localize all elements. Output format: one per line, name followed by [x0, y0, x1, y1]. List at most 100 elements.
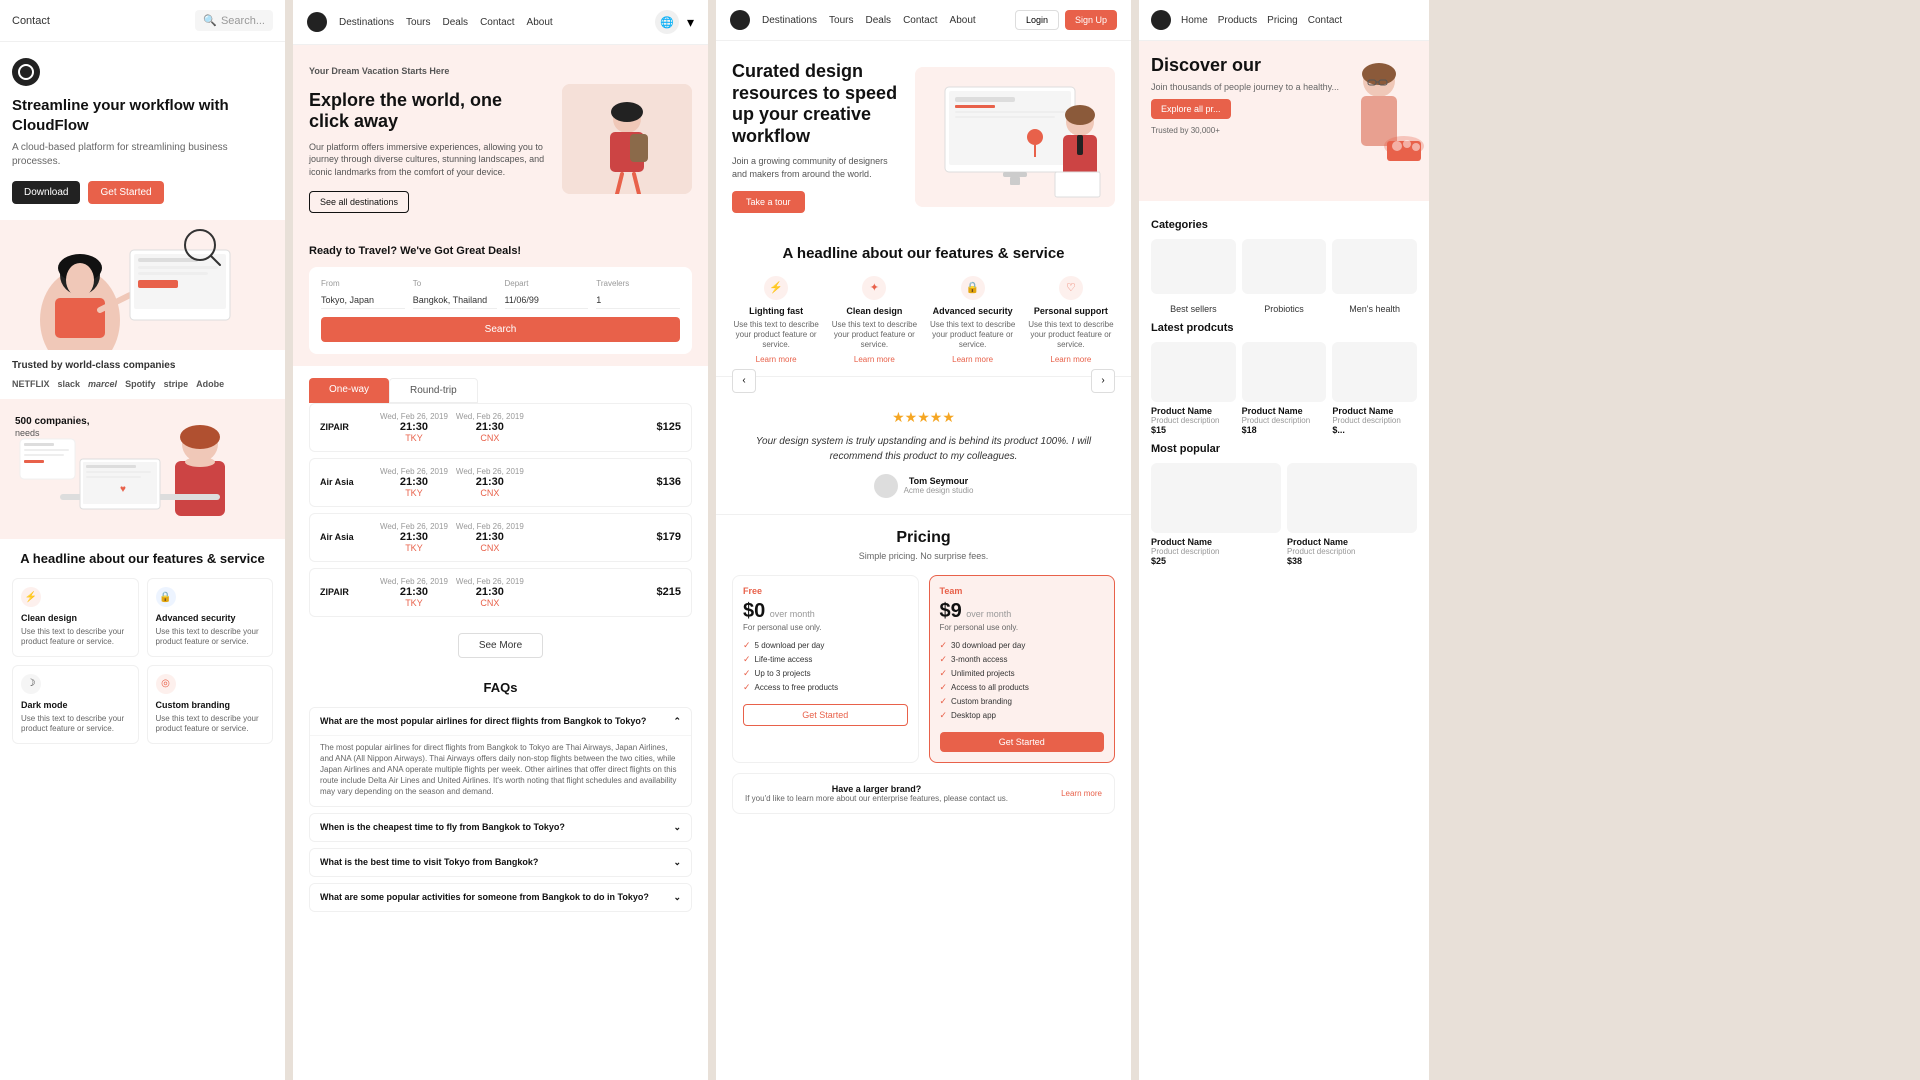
tab-round-trip[interactable]: Round-trip — [389, 378, 478, 403]
faq-question[interactable]: What are the most popular airlines for d… — [310, 708, 691, 735]
flight-dep-time: 21:30 — [400, 531, 428, 543]
nav-contact[interactable]: Contact — [1308, 15, 1342, 26]
get-started-team-button[interactable]: Get Started — [940, 732, 1105, 752]
login-button[interactable]: Login — [1015, 10, 1059, 30]
nav-pricing[interactable]: Pricing — [1267, 15, 1298, 26]
feature-desc-branding: Use this text to describe your product f… — [156, 714, 265, 735]
dark-mode-icon: ☽ — [21, 674, 41, 694]
travelers-label: Travelers — [596, 279, 680, 288]
faq-question[interactable]: What is the best time to visit Tokyo fro… — [310, 849, 691, 876]
get-started-button[interactable]: Get Started — [88, 181, 163, 204]
price-period: over month — [966, 609, 1011, 619]
flight-price: $215 — [657, 586, 681, 598]
p3-logo — [730, 10, 750, 30]
faq-question-text: What are some popular activities for som… — [320, 892, 649, 902]
p4-logo — [1151, 10, 1171, 30]
category-card[interactable] — [1151, 239, 1236, 294]
nav-products[interactable]: Products — [1218, 15, 1257, 26]
feature-card-branding: ◎ Custom branding Use this text to descr… — [147, 665, 274, 744]
nav-about[interactable]: About — [527, 17, 553, 28]
plan-features-free: ✓ 5 download per day ✓ Life-time access … — [743, 640, 908, 693]
product-price: $18 — [1242, 425, 1327, 435]
get-started-free-button[interactable]: Get Started — [743, 704, 908, 726]
flight-arr-date: Wed, Feb 26, 2019 — [456, 577, 524, 586]
p3-navbar: Destinations Tours Deals Contact About L… — [716, 0, 1131, 41]
p3-testimonial-section: ★★★★★ Your design system is truly upstan… — [716, 393, 1131, 514]
flight-arr-time: 21:30 — [476, 531, 504, 543]
travelers-input[interactable] — [596, 292, 680, 309]
logo-stripe: stripe — [164, 379, 189, 389]
chevron-down-icon[interactable]: ▾ — [687, 14, 694, 31]
flight-date: Wed, Feb 26, 2019 — [380, 577, 448, 586]
nav-contact[interactable]: Contact — [903, 15, 937, 26]
p1-description: A cloud-based platform for streamlining … — [12, 141, 273, 169]
p1-navbar: Contact 🔍 Search... — [0, 0, 285, 42]
p3-enterprise-section: Have a larger brand? If you'd like to le… — [732, 773, 1115, 814]
chevron-up-icon: ⌃ — [673, 716, 681, 727]
flight-arr-code: CNX — [480, 488, 499, 498]
learn-more-link[interactable]: Learn more — [929, 355, 1017, 364]
category-card[interactable] — [1332, 239, 1417, 294]
language-selector[interactable]: 🌐 — [655, 10, 679, 34]
faq-question[interactable]: What are some popular activities for som… — [310, 884, 691, 911]
flight-arr-time: 21:30 — [476, 421, 504, 433]
check-icon: ✓ — [940, 710, 948, 721]
cat-image-2 — [1242, 239, 1327, 294]
p3-headline: Curated design resources to speed up you… — [732, 61, 899, 147]
nav-destinations[interactable]: Destinations — [762, 15, 817, 26]
trusted-label: Trusted by world-class companies — [12, 360, 273, 371]
p1-features-section: A headline about our features & service … — [0, 539, 285, 756]
tab-one-way[interactable]: One-way — [309, 378, 389, 403]
learn-more-link[interactable]: Learn more — [732, 355, 820, 364]
to-input[interactable] — [413, 292, 497, 309]
nav-tours[interactable]: Tours — [406, 17, 430, 28]
nav-about[interactable]: About — [950, 15, 976, 26]
p4-categories-section: Categories Best sellers Probiotics Men's… — [1139, 201, 1429, 576]
flight-date: Wed, Feb 26, 2019 — [380, 467, 448, 476]
category-card[interactable] — [1242, 239, 1327, 294]
plan-label-team: Team — [940, 586, 1105, 596]
p1-search-bar[interactable]: 🔍 Search... — [195, 10, 273, 31]
faq-question[interactable]: When is the cheapest time to fly from Ba… — [310, 814, 691, 841]
learn-more-link[interactable]: Learn more — [1027, 355, 1115, 364]
flight-info: Wed, Feb 26, 2019 21:30 TKY Wed, Feb 26,… — [380, 412, 657, 443]
see-destinations-button[interactable]: See all destinations — [309, 191, 409, 213]
p3-features-grid: ⚡ Lighting fast Use this text to describ… — [732, 276, 1115, 364]
explore-button[interactable]: Explore all pr... — [1151, 99, 1231, 119]
cat-label-probiotics: Probiotics — [1242, 304, 1327, 314]
faq-item: What is the best time to visit Tokyo fro… — [309, 848, 692, 877]
take-tour-button[interactable]: Take a tour — [732, 191, 805, 213]
nav-contact[interactable]: Contact — [480, 17, 514, 28]
faq-item: When is the cheapest time to fly from Ba… — [309, 813, 692, 842]
flight-row: Air Asia Wed, Feb 26, 2019 21:30 TKY Wed… — [309, 513, 692, 562]
pricing-subtitle: Simple pricing. No surprise fees. — [732, 551, 1115, 561]
flight-departure: Wed, Feb 26, 2019 21:30 TKY — [380, 577, 448, 608]
feature-title-dark: Dark mode — [21, 700, 130, 710]
nav-home[interactable]: Home — [1181, 15, 1208, 26]
testimonial-prev-button[interactable]: ‹ — [732, 369, 756, 393]
flight-arr-time: 21:30 — [476, 586, 504, 598]
p1-features-grid: ⚡ Clean design Use this text to describe… — [12, 578, 273, 744]
enterprise-learn-more-link[interactable]: Learn more — [1061, 789, 1102, 798]
feature-card-security: 🔒 Advanced security Use this text to des… — [147, 578, 274, 657]
categories-title: Categories — [1151, 219, 1417, 231]
flight-info: Wed, Feb 26, 2019 21:30 TKY Wed, Feb 26,… — [380, 577, 657, 608]
from-input[interactable] — [321, 292, 405, 309]
check-icon: ✓ — [940, 696, 948, 707]
depart-input[interactable] — [505, 292, 589, 309]
nav-deals[interactable]: Deals — [442, 17, 468, 28]
feature-title: Lighting fast — [732, 306, 820, 316]
signup-button[interactable]: Sign Up — [1065, 10, 1117, 30]
nav-tours[interactable]: Tours — [829, 15, 853, 26]
see-more-button[interactable]: See More — [458, 633, 543, 658]
check-icon: ✓ — [743, 654, 751, 665]
testimonial-next-button[interactable]: › — [1091, 369, 1115, 393]
flight-arr-code: CNX — [480, 598, 499, 608]
flight-arrival: Wed, Feb 26, 2019 21:30 CNX — [456, 522, 524, 553]
p4-navbar: Home Products Pricing Contact — [1139, 0, 1429, 41]
learn-more-link[interactable]: Learn more — [830, 355, 918, 364]
nav-destinations[interactable]: Destinations — [339, 17, 394, 28]
search-button[interactable]: Search — [321, 317, 680, 342]
nav-deals[interactable]: Deals — [865, 15, 891, 26]
download-button[interactable]: Download — [12, 181, 80, 204]
